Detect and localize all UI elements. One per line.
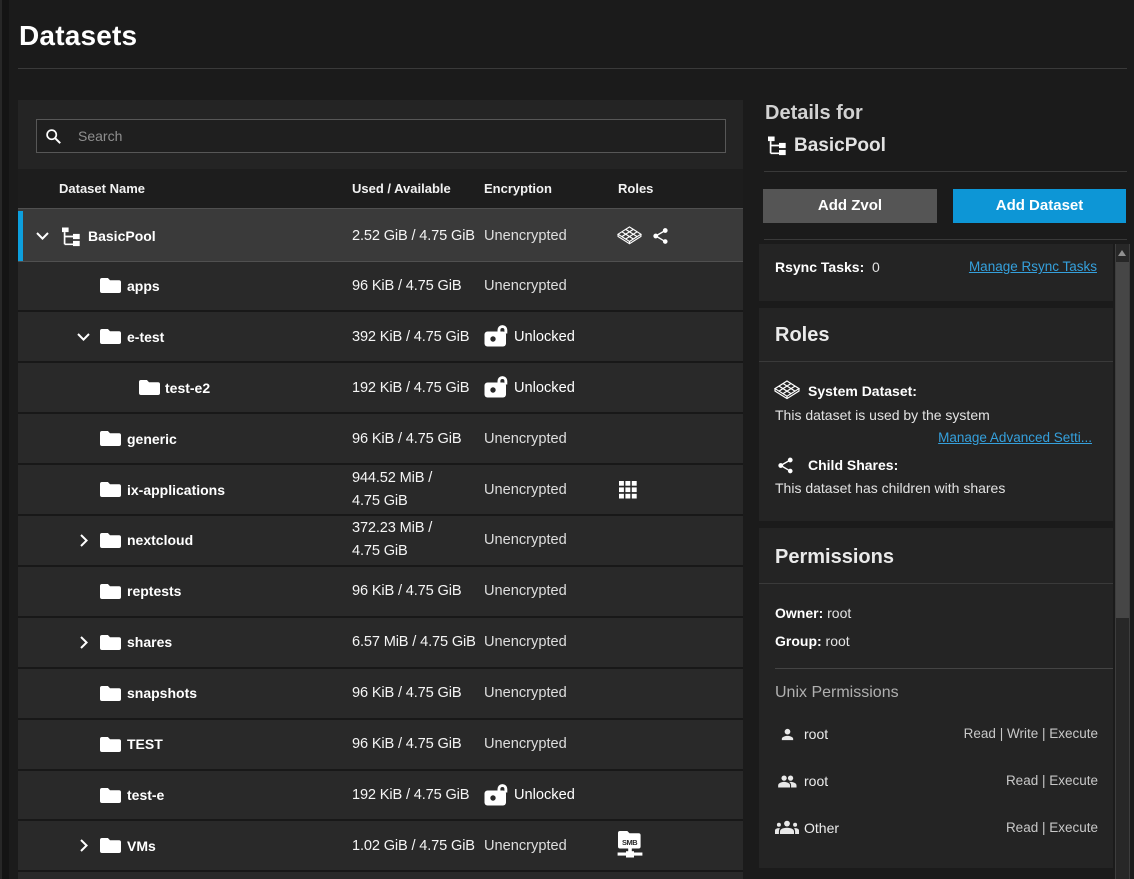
svg-text:SMB: SMB — [622, 838, 637, 847]
